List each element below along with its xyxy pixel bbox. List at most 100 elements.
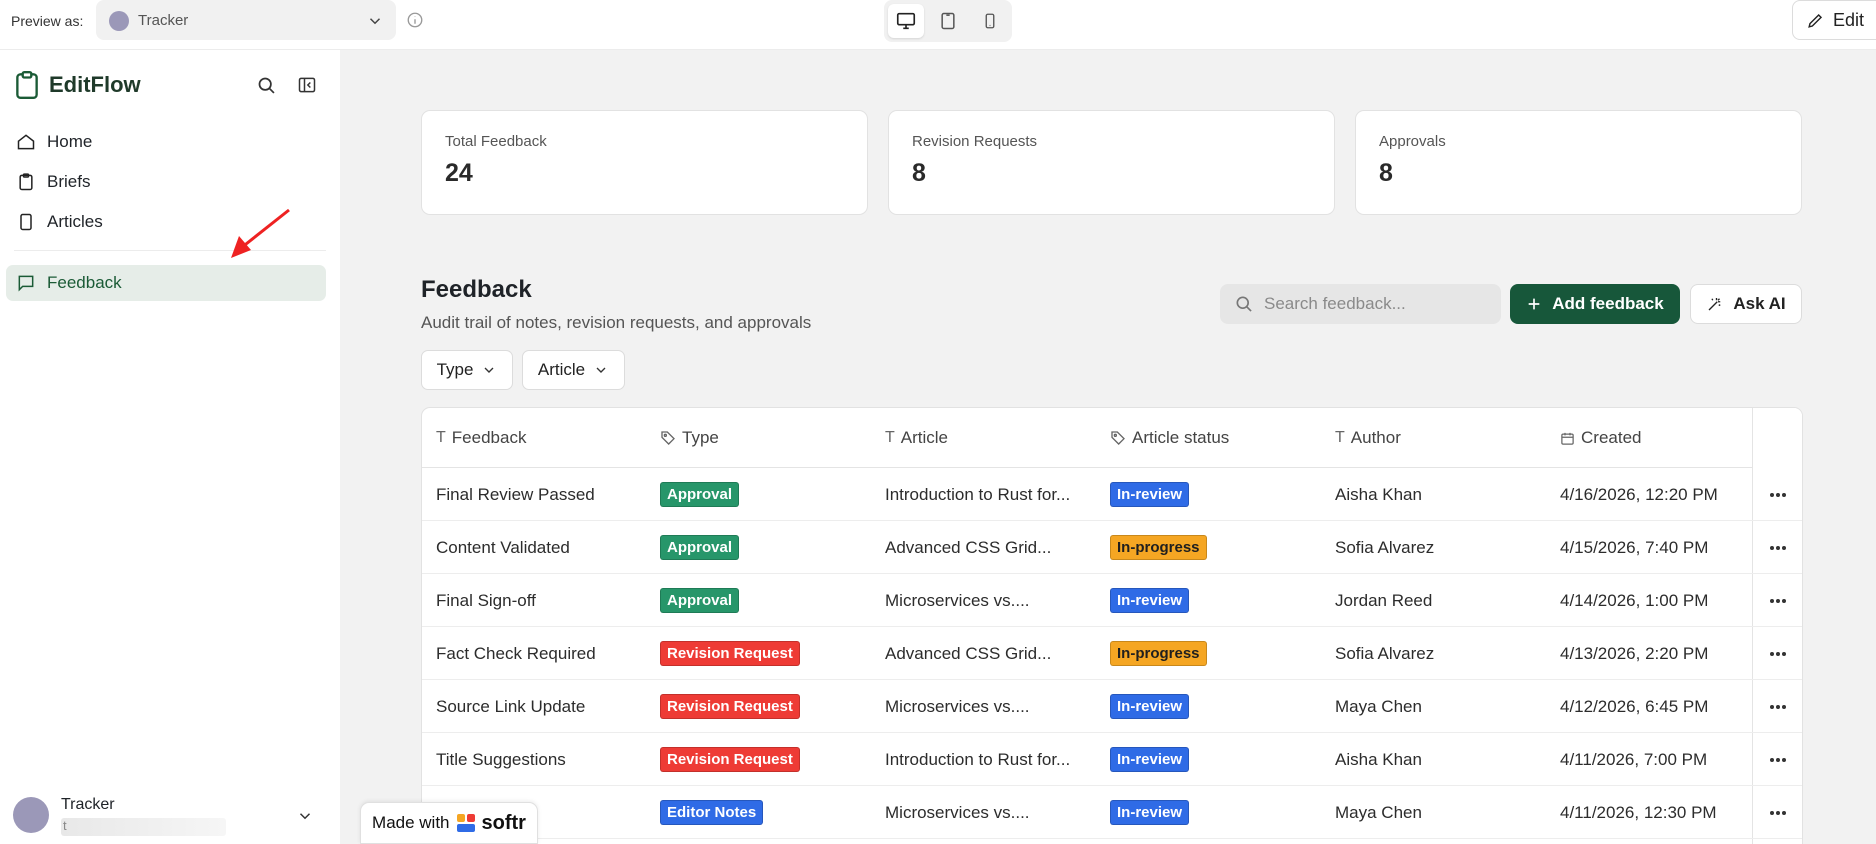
cell-status: In-review: [1110, 468, 1190, 521]
cell-text: Introduction to Rust for...: [885, 749, 1071, 769]
more-horizontal-icon: [1770, 545, 1786, 550]
cell-status: In-review: [1110, 574, 1190, 627]
cell-text: Microservices vs....: [885, 802, 1030, 822]
table-row[interactable]: Title Suggestions Revision Request Introdu…: [422, 733, 1802, 786]
cell-created: 4/13/2026, 2:20 PM: [1560, 627, 1708, 680]
cell-feedback: Final Review Passed: [436, 468, 595, 521]
filter-type-button[interactable]: Type: [421, 350, 513, 390]
softr-brand: softr: [481, 811, 526, 834]
cell-text: 4/16/2026, 12:20 PM: [1560, 484, 1718, 504]
column-header-type[interactable]: Type: [660, 408, 719, 468]
feedback-table: T Feedback Type T Article Article status…: [421, 407, 1803, 844]
nav-item-feedback[interactable]: Feedback: [6, 265, 326, 301]
cell-type: Approval: [660, 574, 740, 627]
avatar[interactable]: [13, 797, 49, 833]
ask-ai-button[interactable]: Ask AI: [1690, 284, 1802, 324]
cell-article: Microservices vs....: [885, 786, 1030, 839]
preview-as-label: Preview as:: [11, 13, 84, 29]
nav-label: Briefs: [47, 172, 91, 191]
status-badge: In-review: [1110, 482, 1190, 507]
column-header-created[interactable]: Created: [1560, 408, 1641, 468]
cell-status: In-review: [1110, 786, 1190, 839]
table-row[interactable]: Links CheckEditor NotesMicroservices vs.…: [422, 786, 1802, 839]
search-feedback-box: [1220, 284, 1501, 324]
desktop-view-button[interactable]: [888, 4, 924, 38]
table-row[interactable]: Final Sign-off Approval Microservices vs..…: [422, 574, 1802, 627]
status-badge: In-review: [1110, 747, 1190, 772]
mobile-view-button[interactable]: [972, 4, 1008, 38]
cell-created: 4/11/2026, 12:30 PM: [1560, 786, 1717, 839]
table-row[interactable]: Source Link Update Revision Request Micros…: [422, 680, 1802, 733]
row-actions-button[interactable]: [1752, 680, 1802, 733]
text-field-icon: T: [885, 429, 895, 446]
type-badge: Editor Notes: [660, 800, 764, 825]
cell-type: Approval: [660, 521, 740, 574]
column-header-article-status[interactable]: Article status: [1110, 408, 1229, 468]
filter-article-button[interactable]: Article: [522, 350, 625, 390]
text-field-icon: T: [436, 429, 446, 446]
tablet-view-button[interactable]: [930, 4, 966, 38]
preview-as-select[interactable]: Tracker: [96, 0, 396, 40]
ask-ai-label: Ask AI: [1733, 294, 1786, 313]
more-horizontal-icon: [1770, 651, 1786, 656]
made-with-label: Made with: [372, 813, 450, 832]
cell-text: Content Validated: [436, 537, 570, 557]
cell-text: Advanced CSS Grid...: [885, 537, 1052, 557]
cell-status: In-progress: [1110, 521, 1207, 574]
more-horizontal-icon: [1770, 492, 1786, 497]
cell-created: 4/16/2026, 12:20 PM: [1560, 468, 1718, 521]
more-horizontal-icon: [1770, 704, 1786, 709]
cell-text: Microservices vs....: [885, 590, 1030, 610]
column-header-author[interactable]: T Author: [1335, 408, 1401, 468]
cell-text: Source Link Update: [436, 696, 586, 716]
nav-item-briefs[interactable]: Briefs: [6, 164, 326, 200]
edit-button[interactable]: Edit: [1792, 0, 1876, 40]
stat-label: Approvals: [1379, 133, 1446, 150]
cell-text: 4/11/2026, 7:00 PM: [1560, 749, 1708, 769]
more-horizontal-icon: [1770, 810, 1786, 815]
type-badge: Revision Request: [660, 694, 800, 719]
type-badge: Approval: [660, 588, 740, 613]
message-icon: [18, 275, 34, 292]
search-input[interactable]: [1264, 294, 1484, 314]
type-badge: Approval: [660, 482, 740, 507]
cell-author: Sofia Alvarez: [1335, 627, 1434, 680]
info-icon[interactable]: [406, 11, 424, 29]
cell-created: 4/15/2026, 7:40 PM: [1560, 521, 1708, 574]
row-actions-button[interactable]: [1752, 627, 1802, 680]
nav-item-home[interactable]: Home: [6, 124, 326, 160]
collapse-sidebar-icon[interactable]: [297, 75, 317, 95]
column-header-article[interactable]: T Article: [885, 408, 948, 468]
stat-card-total-feedback: Total Feedback 24: [421, 110, 868, 215]
add-feedback-button[interactable]: Add feedback: [1510, 284, 1680, 324]
row-actions-button[interactable]: [1752, 786, 1802, 839]
cell-feedback: Fact Check Required: [436, 627, 596, 680]
cell-text: Fact Check Required: [436, 643, 596, 663]
type-badge: Revision Request: [660, 641, 800, 666]
table-row[interactable]: Content Validated Approval Advanced CSS Gr…: [422, 521, 1802, 574]
cell-status: In-review: [1110, 680, 1190, 733]
row-actions-button[interactable]: [1752, 468, 1802, 521]
cell-text: Maya Chen: [1335, 802, 1422, 822]
chevron-down-icon[interactable]: [296, 807, 314, 825]
cell-feedback: Final Sign-off: [436, 574, 536, 627]
table-row[interactable]: Fact Check Required Revision Request Advan…: [422, 627, 1802, 680]
row-actions-button[interactable]: [1752, 521, 1802, 574]
cell-text: Maya Chen: [1335, 696, 1422, 716]
table-row[interactable]: Final Review Passed Approval Introduction …: [422, 468, 1802, 521]
cell-article: Advanced CSS Grid...: [885, 521, 1051, 574]
search-icon[interactable]: [256, 75, 277, 96]
cell-text: Advanced CSS Grid...: [885, 643, 1052, 663]
cell-type: Revision Request: [660, 680, 800, 733]
column-header-feedback[interactable]: T Feedback: [436, 408, 526, 468]
made-with-softr-badge[interactable]: Made with softr: [360, 802, 538, 844]
cell-feedback: Content Validated: [436, 521, 570, 574]
top-bar: Preview as: Tracker Edit: [0, 0, 1876, 50]
chevron-down-icon: [596, 367, 606, 373]
sidebar: EditFlow Home Briefs Articles Feedback T…: [0, 50, 340, 844]
cell-author: Sofia Alvarez: [1335, 521, 1434, 574]
row-actions-button[interactable]: [1752, 733, 1802, 786]
filter-label: Article: [537, 360, 586, 379]
row-actions-button[interactable]: [1752, 574, 1802, 627]
app-logo[interactable]: EditFlow: [14, 70, 141, 100]
